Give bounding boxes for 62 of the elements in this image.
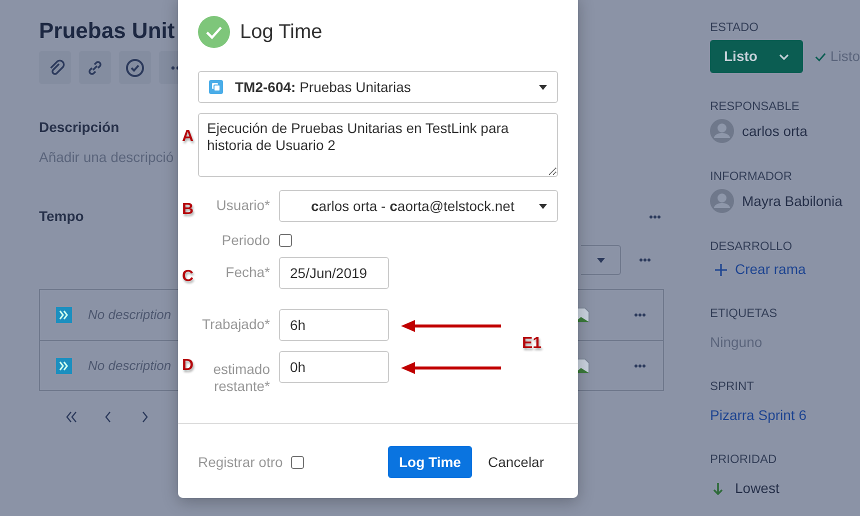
more-icon[interactable] <box>634 313 646 317</box>
field-label: Periodo <box>220 232 270 249</box>
annotation-letter: D <box>182 357 194 374</box>
caret-icon <box>539 84 547 90</box>
more-icon[interactable] <box>649 214 661 218</box>
field-label: SPRINT <box>710 378 756 395</box>
text-field[interactable]: 6h <box>279 309 389 341</box>
row-description: No description <box>88 356 172 375</box>
more-icon[interactable] <box>639 258 651 262</box>
user-name: carlos orta <box>742 122 808 140</box>
more-icon[interactable] <box>634 364 646 368</box>
field-label: Fecha* <box>224 263 270 281</box>
avatar-icon <box>710 119 734 143</box>
field-label: PRIORIDAD <box>710 451 778 468</box>
arrow-icon <box>399 361 503 375</box>
check-icon <box>815 52 826 62</box>
status-button[interactable]: Listo <box>710 40 804 73</box>
caret-icon <box>596 258 604 262</box>
annotation-letter: C <box>182 268 194 285</box>
down-arrow-icon <box>713 482 723 494</box>
row-description: No description <box>88 306 172 324</box>
issue-title: Pruebas Unit <box>39 17 175 45</box>
checkbox[interactable] <box>290 456 304 468</box>
dialog-title: Log Time <box>240 20 322 45</box>
section-heading: Descripción <box>39 118 120 137</box>
user-name: Mayra Babilonia <box>742 192 842 211</box>
register-another-label: Registrar otro <box>198 452 283 472</box>
chevron-icon <box>779 54 790 60</box>
section-heading: Tempo <box>39 207 84 226</box>
field-label: ESTADO <box>710 19 760 36</box>
plus-icon <box>715 264 727 276</box>
link-button[interactable] <box>79 51 111 84</box>
field-label: DESARROLLO <box>710 238 794 255</box>
check-circle-button[interactable] <box>119 51 151 84</box>
double-chevron-icon <box>56 358 72 374</box>
annotation-letter: B <box>182 201 194 218</box>
field-label: estimado restante* <box>212 360 270 395</box>
checkbox[interactable] <box>279 234 292 247</box>
comment-field[interactable]: Ejecución de Pruebas Unitarias en TestLink para historia de Usuario 2 <box>198 113 558 177</box>
user-select[interactable]: carlos orta - caorta@telstock.net <box>279 190 558 222</box>
field-label: INFORMADOR <box>710 168 793 185</box>
log-time-button[interactable]: Log Time <box>388 446 472 478</box>
field-label: ETIQUETAS <box>710 305 778 322</box>
text-field[interactable]: 25/Jun/2019 <box>279 257 389 289</box>
field-label: Usuario* <box>215 196 270 214</box>
avatar-icon <box>710 189 734 213</box>
cancel-button[interactable]: Cancelar <box>488 452 544 472</box>
double-chevron-icon <box>56 307 72 323</box>
text-field[interactable]: 0h <box>279 351 389 383</box>
issue-select[interactable]: TM2-604: Pruebas Unitarias <box>198 71 558 103</box>
check-circle-icon <box>125 58 145 78</box>
first-page-icon[interactable] <box>65 411 78 423</box>
attachment-button[interactable] <box>39 51 71 84</box>
caret-icon <box>539 204 547 208</box>
field-label: RESPONSABLE <box>710 98 800 115</box>
check-circle-icon <box>198 16 230 48</box>
field-label: Trabajado* <box>201 315 270 333</box>
arrow-icon <box>399 319 503 333</box>
annotation-label: E1 <box>522 334 542 354</box>
annotation-letter: A <box>182 128 194 145</box>
priority-value: Lowest <box>735 479 780 498</box>
issue-type-icon <box>209 80 223 94</box>
